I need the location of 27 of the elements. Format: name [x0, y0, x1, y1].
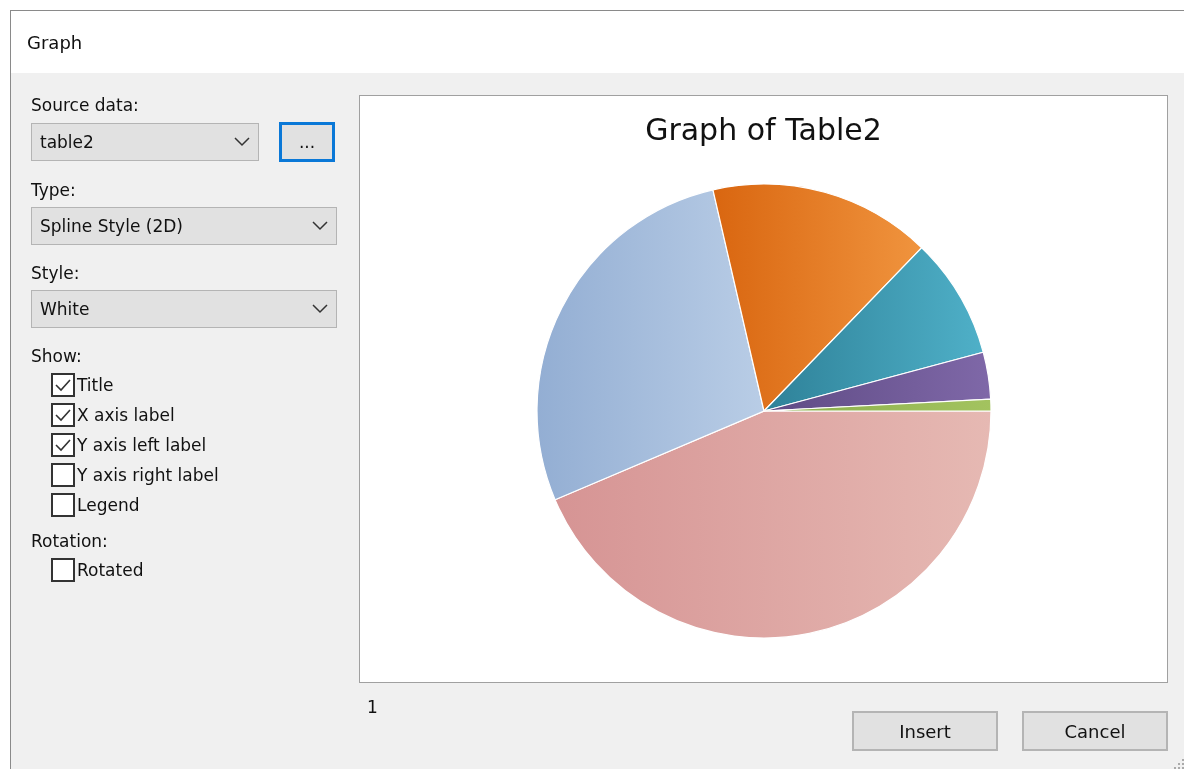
checkbox[interactable]: Y axis right label [51, 463, 339, 487]
chevron-down-icon [234, 137, 250, 147]
field-label: Type: [31, 180, 77, 200]
cancel-button[interactable]: Cancel [1022, 711, 1168, 751]
checkmark-icon [54, 378, 72, 392]
checkbox[interactable]: Y axis left label [51, 433, 339, 457]
chevron-down-icon [312, 221, 328, 231]
checkbox[interactable]: Legend [51, 493, 339, 517]
checkmark-icon [54, 408, 72, 422]
checkbox[interactable]: X axis label [51, 403, 339, 427]
resize-grip-icon[interactable] [1172, 757, 1184, 769]
style-select[interactable]: White [31, 290, 337, 328]
field-label: Source data: [31, 95, 140, 115]
window-title: Graph [27, 31, 83, 53]
type-select[interactable]: Spline Style (2D) [31, 207, 337, 245]
insert-button[interactable]: Insert [852, 711, 998, 751]
field-label: Style: [31, 263, 81, 283]
browse-button[interactable]: ... [279, 122, 335, 162]
section-label: Rotation: [31, 531, 109, 551]
source-select[interactable]: table2 [31, 123, 259, 161]
checkbox[interactable]: Title [51, 373, 339, 397]
chart-title: Graph of Table2 [645, 112, 882, 147]
section-label: Show: [31, 346, 83, 366]
checkbox[interactable]: Rotated [51, 558, 339, 582]
page-number: 1 [367, 697, 378, 719]
chevron-down-icon [312, 304, 328, 314]
checkmark-icon [54, 438, 72, 452]
